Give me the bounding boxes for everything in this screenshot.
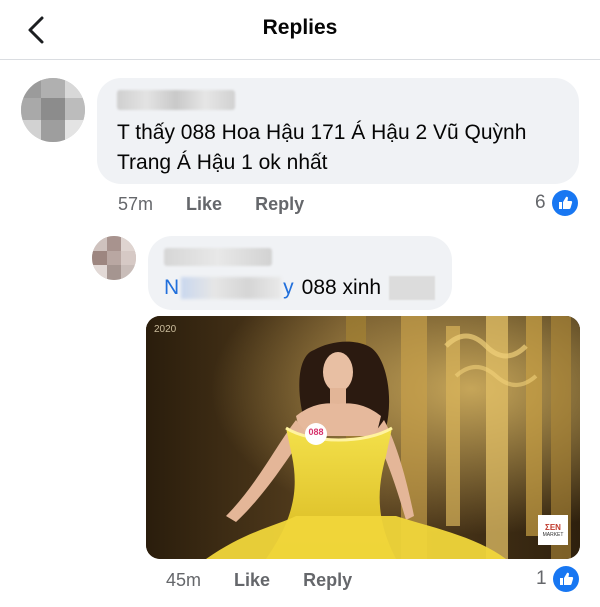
comment-text: T thấy 088 Hoa Hậu 171 Á Hậu 2 Vũ Quỳnh … bbox=[117, 121, 527, 174]
replier-name-redacted bbox=[164, 248, 272, 266]
thumbs-up-icon bbox=[551, 190, 578, 216]
reaction-count: 1 bbox=[536, 568, 547, 589]
thumbs-up-icon bbox=[552, 566, 579, 592]
video-watermark: 2020 bbox=[154, 324, 177, 335]
comment-time: 57m bbox=[118, 194, 154, 214]
reaction-summary[interactable]: 1 bbox=[536, 566, 579, 592]
contestant-number-badge: 088 bbox=[308, 427, 324, 437]
avatar[interactable] bbox=[21, 78, 85, 142]
mention-end: y bbox=[283, 276, 294, 299]
video-frame bbox=[146, 316, 580, 559]
channel-logo: ΣEN MARKET bbox=[538, 515, 568, 545]
reply-time: 45m bbox=[166, 570, 202, 590]
logo-line1: ΣEN bbox=[545, 522, 561, 532]
avatar-image bbox=[21, 78, 85, 142]
page-title: Replies bbox=[262, 16, 338, 39]
reaction-summary[interactable]: 6 bbox=[535, 190, 578, 216]
avatar[interactable] bbox=[92, 236, 136, 280]
like-button[interactable]: Like bbox=[186, 194, 222, 214]
like-button[interactable]: Like bbox=[234, 570, 270, 590]
comment-actions: 57m Like Reply bbox=[118, 194, 332, 215]
mention-start: N bbox=[164, 276, 180, 299]
video-attachment[interactable]: 2020 088 ΣEN MARKET bbox=[146, 316, 580, 559]
logo-line2: MARKET bbox=[542, 531, 564, 538]
reply-button[interactable]: Reply bbox=[303, 570, 352, 590]
reply-bubble[interactable]: N y 088 xinh bbox=[148, 236, 452, 310]
reply-text: 088 xinh bbox=[301, 276, 382, 299]
reply-line: N y 088 xinh bbox=[164, 274, 436, 302]
mention-redacted bbox=[181, 277, 282, 299]
reply-text-redacted bbox=[389, 276, 436, 300]
comment-bubble[interactable]: T thấy 088 Hoa Hậu 171 Á Hậu 2 Vũ Quỳnh … bbox=[97, 78, 579, 184]
reaction-count: 6 bbox=[535, 192, 546, 213]
reply-actions: 45m Like Reply bbox=[166, 570, 380, 591]
header-bar: Replies bbox=[0, 0, 600, 60]
avatar-image bbox=[92, 236, 136, 280]
commenter-name-redacted bbox=[117, 90, 235, 110]
reply-button[interactable]: Reply bbox=[255, 194, 304, 214]
mention-link[interactable]: N y bbox=[164, 274, 294, 302]
